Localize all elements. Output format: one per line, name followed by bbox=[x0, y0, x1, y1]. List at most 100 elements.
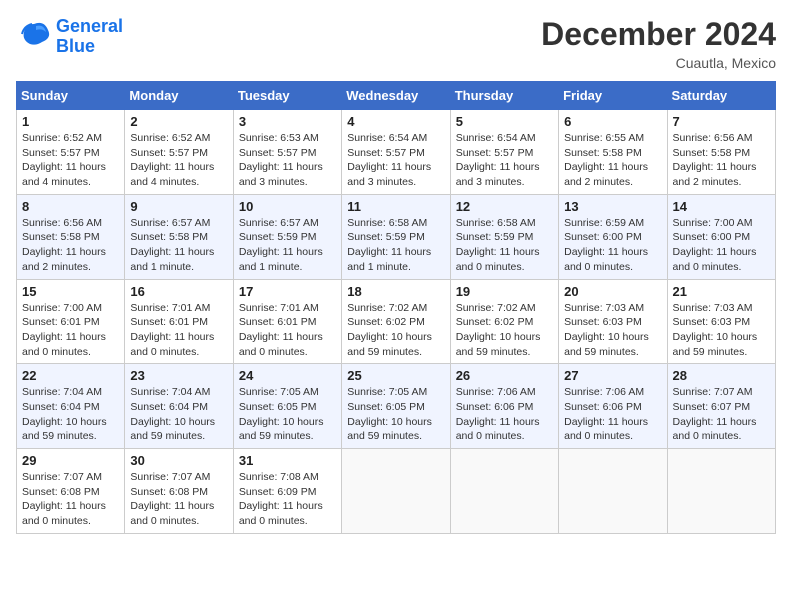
day-number: 3 bbox=[239, 114, 336, 129]
calendar-cell: 23 Sunrise: 7:04 AMSunset: 6:04 PMDaylig… bbox=[125, 364, 233, 449]
weekday-header-tuesday: Tuesday bbox=[233, 82, 341, 110]
calendar-cell: 20 Sunrise: 7:03 AMSunset: 6:03 PMDaylig… bbox=[559, 279, 667, 364]
day-number: 16 bbox=[130, 284, 227, 299]
week-row-5: 29 Sunrise: 7:07 AMSunset: 6:08 PMDaylig… bbox=[17, 449, 776, 534]
day-info: Sunrise: 6:57 AMSunset: 5:59 PMDaylight:… bbox=[239, 216, 336, 275]
day-number: 9 bbox=[130, 199, 227, 214]
calendar-cell: 25 Sunrise: 7:05 AMSunset: 6:05 PMDaylig… bbox=[342, 364, 450, 449]
day-info: Sunrise: 7:04 AMSunset: 6:04 PMDaylight:… bbox=[130, 385, 227, 444]
calendar-cell: 19 Sunrise: 7:02 AMSunset: 6:02 PMDaylig… bbox=[450, 279, 558, 364]
calendar-cell: 24 Sunrise: 7:05 AMSunset: 6:05 PMDaylig… bbox=[233, 364, 341, 449]
calendar-cell bbox=[667, 449, 775, 534]
day-info: Sunrise: 7:05 AMSunset: 6:05 PMDaylight:… bbox=[347, 385, 444, 444]
weekday-header-sunday: Sunday bbox=[17, 82, 125, 110]
day-number: 13 bbox=[564, 199, 661, 214]
day-info: Sunrise: 6:55 AMSunset: 5:58 PMDaylight:… bbox=[564, 131, 661, 190]
calendar-cell: 12 Sunrise: 6:58 AMSunset: 5:59 PMDaylig… bbox=[450, 194, 558, 279]
day-info: Sunrise: 6:58 AMSunset: 5:59 PMDaylight:… bbox=[347, 216, 444, 275]
weekday-header-friday: Friday bbox=[559, 82, 667, 110]
day-number: 20 bbox=[564, 284, 661, 299]
day-info: Sunrise: 7:04 AMSunset: 6:04 PMDaylight:… bbox=[22, 385, 119, 444]
day-number: 7 bbox=[673, 114, 770, 129]
day-info: Sunrise: 7:03 AMSunset: 6:03 PMDaylight:… bbox=[673, 301, 770, 360]
day-info: Sunrise: 6:57 AMSunset: 5:58 PMDaylight:… bbox=[130, 216, 227, 275]
weekday-header-thursday: Thursday bbox=[450, 82, 558, 110]
calendar-cell: 15 Sunrise: 7:00 AMSunset: 6:01 PMDaylig… bbox=[17, 279, 125, 364]
day-info: Sunrise: 7:02 AMSunset: 6:02 PMDaylight:… bbox=[347, 301, 444, 360]
day-info: Sunrise: 7:01 AMSunset: 6:01 PMDaylight:… bbox=[130, 301, 227, 360]
calendar-cell: 4 Sunrise: 6:54 AMSunset: 5:57 PMDayligh… bbox=[342, 110, 450, 195]
day-info: Sunrise: 7:00 AMSunset: 6:01 PMDaylight:… bbox=[22, 301, 119, 360]
day-info: Sunrise: 6:56 AMSunset: 5:58 PMDaylight:… bbox=[673, 131, 770, 190]
day-info: Sunrise: 6:56 AMSunset: 5:58 PMDaylight:… bbox=[22, 216, 119, 275]
calendar-cell: 5 Sunrise: 6:54 AMSunset: 5:57 PMDayligh… bbox=[450, 110, 558, 195]
day-info: Sunrise: 6:53 AMSunset: 5:57 PMDaylight:… bbox=[239, 131, 336, 190]
calendar-cell: 9 Sunrise: 6:57 AMSunset: 5:58 PMDayligh… bbox=[125, 194, 233, 279]
calendar-cell: 13 Sunrise: 6:59 AMSunset: 6:00 PMDaylig… bbox=[559, 194, 667, 279]
day-number: 21 bbox=[673, 284, 770, 299]
day-number: 14 bbox=[673, 199, 770, 214]
day-number: 5 bbox=[456, 114, 553, 129]
week-row-1: 1 Sunrise: 6:52 AMSunset: 5:57 PMDayligh… bbox=[17, 110, 776, 195]
day-number: 4 bbox=[347, 114, 444, 129]
calendar-cell: 26 Sunrise: 7:06 AMSunset: 6:06 PMDaylig… bbox=[450, 364, 558, 449]
day-info: Sunrise: 7:07 AMSunset: 6:08 PMDaylight:… bbox=[130, 470, 227, 529]
calendar-cell: 1 Sunrise: 6:52 AMSunset: 5:57 PMDayligh… bbox=[17, 110, 125, 195]
day-info: Sunrise: 7:06 AMSunset: 6:06 PMDaylight:… bbox=[564, 385, 661, 444]
day-info: Sunrise: 6:52 AMSunset: 5:57 PMDaylight:… bbox=[22, 131, 119, 190]
day-number: 2 bbox=[130, 114, 227, 129]
week-row-4: 22 Sunrise: 7:04 AMSunset: 6:04 PMDaylig… bbox=[17, 364, 776, 449]
day-number: 26 bbox=[456, 368, 553, 383]
calendar-cell: 30 Sunrise: 7:07 AMSunset: 6:08 PMDaylig… bbox=[125, 449, 233, 534]
day-number: 22 bbox=[22, 368, 119, 383]
logo-blue: Blue bbox=[56, 36, 95, 56]
week-row-2: 8 Sunrise: 6:56 AMSunset: 5:58 PMDayligh… bbox=[17, 194, 776, 279]
calendar-cell: 31 Sunrise: 7:08 AMSunset: 6:09 PMDaylig… bbox=[233, 449, 341, 534]
day-info: Sunrise: 7:07 AMSunset: 6:08 PMDaylight:… bbox=[22, 470, 119, 529]
day-info: Sunrise: 7:08 AMSunset: 6:09 PMDaylight:… bbox=[239, 470, 336, 529]
weekday-header-saturday: Saturday bbox=[667, 82, 775, 110]
day-number: 31 bbox=[239, 453, 336, 468]
calendar-cell: 11 Sunrise: 6:58 AMSunset: 5:59 PMDaylig… bbox=[342, 194, 450, 279]
calendar-cell: 16 Sunrise: 7:01 AMSunset: 6:01 PMDaylig… bbox=[125, 279, 233, 364]
weekday-header-wednesday: Wednesday bbox=[342, 82, 450, 110]
day-info: Sunrise: 7:02 AMSunset: 6:02 PMDaylight:… bbox=[456, 301, 553, 360]
day-number: 11 bbox=[347, 199, 444, 214]
day-info: Sunrise: 6:54 AMSunset: 5:57 PMDaylight:… bbox=[456, 131, 553, 190]
day-info: Sunrise: 6:52 AMSunset: 5:57 PMDaylight:… bbox=[130, 131, 227, 190]
week-row-3: 15 Sunrise: 7:00 AMSunset: 6:01 PMDaylig… bbox=[17, 279, 776, 364]
day-info: Sunrise: 6:54 AMSunset: 5:57 PMDaylight:… bbox=[347, 131, 444, 190]
day-info: Sunrise: 6:58 AMSunset: 5:59 PMDaylight:… bbox=[456, 216, 553, 275]
day-info: Sunrise: 7:07 AMSunset: 6:07 PMDaylight:… bbox=[673, 385, 770, 444]
title-block: December 2024 Cuautla, Mexico bbox=[541, 16, 776, 71]
day-number: 28 bbox=[673, 368, 770, 383]
day-number: 6 bbox=[564, 114, 661, 129]
calendar-cell: 2 Sunrise: 6:52 AMSunset: 5:57 PMDayligh… bbox=[125, 110, 233, 195]
page-header: General Blue December 2024 Cuautla, Mexi… bbox=[16, 16, 776, 71]
calendar-cell: 17 Sunrise: 7:01 AMSunset: 6:01 PMDaylig… bbox=[233, 279, 341, 364]
calendar-cell: 27 Sunrise: 7:06 AMSunset: 6:06 PMDaylig… bbox=[559, 364, 667, 449]
calendar-table: SundayMondayTuesdayWednesdayThursdayFrid… bbox=[16, 81, 776, 534]
day-info: Sunrise: 7:00 AMSunset: 6:00 PMDaylight:… bbox=[673, 216, 770, 275]
calendar-cell: 10 Sunrise: 6:57 AMSunset: 5:59 PMDaylig… bbox=[233, 194, 341, 279]
calendar-cell: 18 Sunrise: 7:02 AMSunset: 6:02 PMDaylig… bbox=[342, 279, 450, 364]
day-number: 18 bbox=[347, 284, 444, 299]
day-info: Sunrise: 7:05 AMSunset: 6:05 PMDaylight:… bbox=[239, 385, 336, 444]
day-info: Sunrise: 7:01 AMSunset: 6:01 PMDaylight:… bbox=[239, 301, 336, 360]
day-number: 8 bbox=[22, 199, 119, 214]
calendar-cell: 8 Sunrise: 6:56 AMSunset: 5:58 PMDayligh… bbox=[17, 194, 125, 279]
day-number: 25 bbox=[347, 368, 444, 383]
logo: General Blue bbox=[16, 16, 123, 57]
calendar-cell bbox=[559, 449, 667, 534]
calendar-cell: 28 Sunrise: 7:07 AMSunset: 6:07 PMDaylig… bbox=[667, 364, 775, 449]
day-number: 12 bbox=[456, 199, 553, 214]
calendar-cell bbox=[342, 449, 450, 534]
day-number: 27 bbox=[564, 368, 661, 383]
calendar-cell: 6 Sunrise: 6:55 AMSunset: 5:58 PMDayligh… bbox=[559, 110, 667, 195]
location: Cuautla, Mexico bbox=[541, 55, 776, 71]
day-number: 24 bbox=[239, 368, 336, 383]
calendar-cell: 3 Sunrise: 6:53 AMSunset: 5:57 PMDayligh… bbox=[233, 110, 341, 195]
day-number: 15 bbox=[22, 284, 119, 299]
calendar-cell: 7 Sunrise: 6:56 AMSunset: 5:58 PMDayligh… bbox=[667, 110, 775, 195]
day-info: Sunrise: 7:03 AMSunset: 6:03 PMDaylight:… bbox=[564, 301, 661, 360]
